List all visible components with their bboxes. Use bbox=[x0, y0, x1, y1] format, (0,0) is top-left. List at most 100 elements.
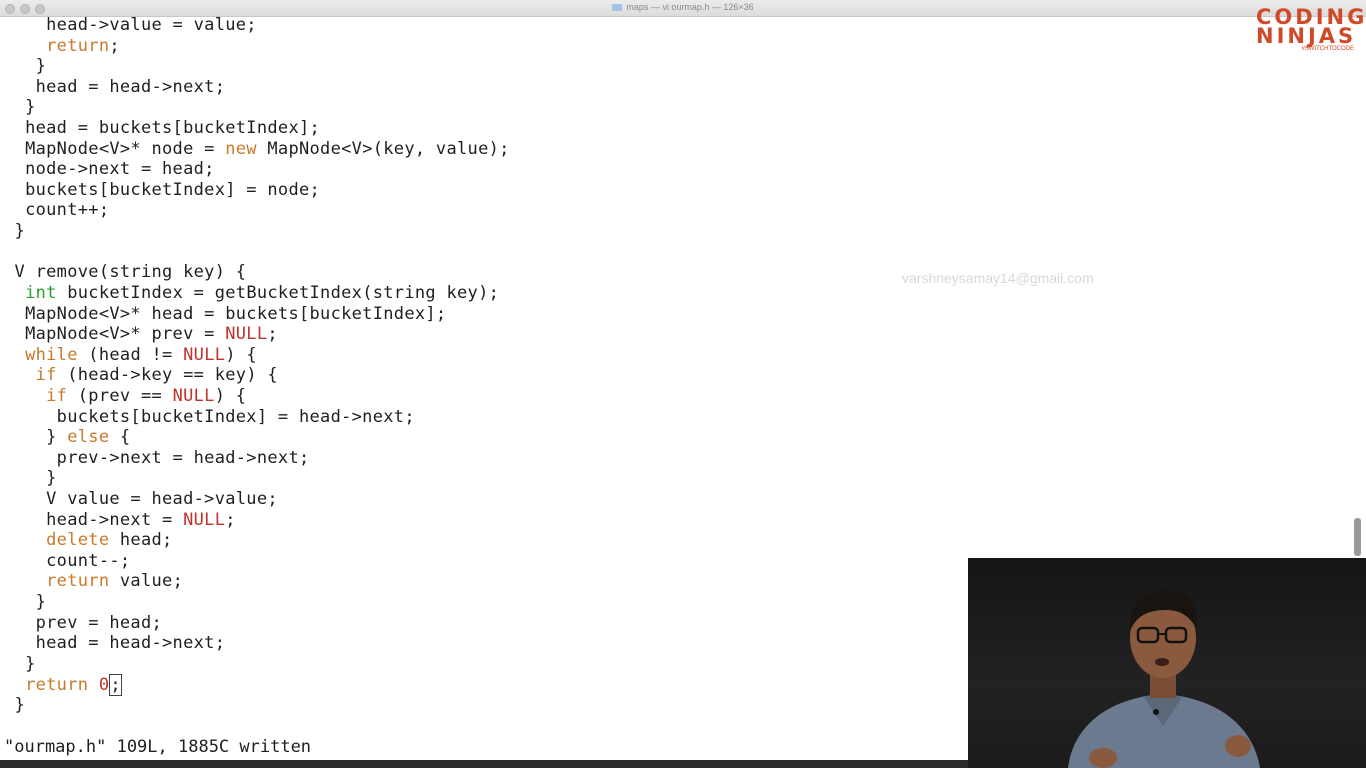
code-line[interactable]: prev = head; bbox=[4, 613, 964, 634]
code-line[interactable]: int bucketIndex = getBucketIndex(string … bbox=[4, 283, 964, 304]
code-token: } bbox=[4, 97, 36, 118]
code-token: count--; bbox=[4, 550, 131, 571]
code-token: head->value = value; bbox=[4, 15, 257, 35]
code-token: return bbox=[25, 674, 89, 695]
code-token: if bbox=[35, 365, 57, 386]
code-line[interactable]: count++; bbox=[4, 200, 964, 221]
code-token: value; bbox=[109, 571, 184, 592]
code-line[interactable]: head->value = value; bbox=[4, 15, 964, 36]
code-editor[interactable]: head->value = value; return; } head = he… bbox=[4, 15, 964, 716]
code-token: ) { bbox=[214, 385, 247, 406]
code-line[interactable]: head = head->next; bbox=[4, 633, 964, 654]
code-token: { bbox=[109, 427, 131, 448]
coding-ninjas-logo: CODING NINJAS #SWITCHTOCODE bbox=[1256, 5, 1366, 53]
code-line[interactable]: } bbox=[4, 654, 964, 675]
code-token: node->next = head; bbox=[4, 159, 215, 180]
code-token: if bbox=[46, 385, 68, 406]
code-token: } bbox=[4, 56, 47, 77]
email-watermark: varshneysamay14@gmail.com bbox=[902, 270, 1094, 286]
code-token: (prev == bbox=[67, 385, 173, 406]
code-line[interactable]: return; bbox=[4, 36, 964, 57]
code-token: delete bbox=[46, 530, 110, 551]
code-token: while bbox=[25, 344, 78, 365]
code-line[interactable]: } bbox=[4, 592, 964, 613]
code-token: ; bbox=[267, 324, 278, 345]
code-token: } bbox=[4, 592, 47, 613]
code-token: count++; bbox=[4, 200, 110, 221]
code-token: head = head->next; bbox=[4, 633, 226, 654]
code-token: MapNode<V>* head = buckets[bucketIndex]; bbox=[4, 303, 447, 324]
code-line[interactable]: prev->next = head->next; bbox=[4, 448, 964, 469]
code-line[interactable]: head = buckets[bucketIndex]; bbox=[4, 118, 964, 139]
code-token: else bbox=[67, 427, 110, 448]
code-token: } bbox=[4, 221, 26, 242]
code-line[interactable]: } bbox=[4, 56, 964, 77]
code-line[interactable] bbox=[4, 242, 964, 263]
code-token: V remove(string key) { bbox=[4, 262, 247, 283]
code-token: return bbox=[46, 35, 110, 56]
code-token: bucketIndex = getBucketIndex(string key)… bbox=[56, 282, 500, 303]
scrollbar-thumb[interactable] bbox=[1354, 518, 1361, 556]
code-token: buckets[bucketIndex] = node; bbox=[4, 179, 321, 200]
code-token: head = buckets[bucketIndex]; bbox=[4, 118, 321, 139]
code-line[interactable]: MapNode<V>* node = new MapNode<V>(key, v… bbox=[4, 139, 964, 160]
code-token: } bbox=[4, 427, 68, 448]
code-token: new bbox=[225, 138, 257, 159]
code-token: NULL bbox=[172, 385, 215, 406]
code-line[interactable]: MapNode<V>* prev = NULL; bbox=[4, 324, 964, 345]
code-token: ; bbox=[109, 35, 120, 56]
code-line[interactable]: } bbox=[4, 97, 964, 118]
code-line[interactable]: V remove(string key) { bbox=[4, 262, 964, 283]
code-line[interactable]: count--; bbox=[4, 551, 964, 572]
code-token: } bbox=[4, 468, 57, 489]
code-token: return bbox=[46, 571, 110, 592]
code-token: } bbox=[4, 695, 26, 716]
code-token: NULL bbox=[183, 344, 226, 365]
code-token: buckets[bucketIndex] = head->next; bbox=[4, 406, 415, 427]
presenter-image bbox=[1068, 589, 1260, 768]
code-line[interactable]: node->next = head; bbox=[4, 159, 964, 180]
code-line[interactable]: return value; bbox=[4, 571, 964, 592]
logo-text: CODING NINJAS bbox=[1256, 5, 1366, 48]
code-token: int bbox=[25, 282, 57, 303]
code-line[interactable]: buckets[bucketIndex] = head->next; bbox=[4, 407, 964, 428]
code-line[interactable]: } else { bbox=[4, 427, 964, 448]
folder-icon bbox=[612, 4, 623, 11]
code-line[interactable]: MapNode<V>* head = buckets[bucketIndex]; bbox=[4, 304, 964, 325]
vim-status-line: "ourmap.h" 109L, 1885C written bbox=[4, 737, 312, 757]
code-token: (head->key == key) { bbox=[56, 365, 278, 386]
code-line[interactable]: } bbox=[4, 221, 964, 242]
code-line[interactable]: if (head->key == key) { bbox=[4, 365, 964, 386]
code-token: head->next = bbox=[4, 509, 184, 530]
code-line[interactable]: while (head != NULL) { bbox=[4, 345, 964, 366]
code-line[interactable]: head->next = NULL; bbox=[4, 510, 964, 531]
code-line[interactable]: } bbox=[4, 468, 964, 489]
presenter-video bbox=[968, 558, 1366, 768]
code-token: (head != bbox=[77, 344, 184, 365]
code-line[interactable]: delete head; bbox=[4, 530, 964, 551]
code-line[interactable]: head = head->next; bbox=[4, 77, 964, 98]
code-line[interactable]: V value = head->value; bbox=[4, 489, 964, 510]
code-token: prev = head; bbox=[4, 612, 163, 633]
video-bottom-strip bbox=[0, 760, 968, 768]
window-title: maps — vi ourmap.h — 126×36 bbox=[0, 2, 1366, 12]
code-line[interactable]: if (prev == NULL) { bbox=[4, 386, 964, 407]
code-line[interactable]: return 0; bbox=[4, 673, 964, 696]
code-token: V value = head->value; bbox=[4, 489, 278, 510]
code-token: MapNode<V>* prev = bbox=[4, 324, 226, 345]
code-token: NULL bbox=[225, 324, 268, 345]
code-line[interactable]: buckets[bucketIndex] = node; bbox=[4, 180, 964, 201]
code-token: prev->next = head->next; bbox=[4, 447, 310, 468]
code-token: } bbox=[4, 653, 36, 674]
code-line[interactable]: } bbox=[4, 695, 964, 716]
code-token: MapNode<V>(key, value); bbox=[256, 138, 510, 159]
code-token: head; bbox=[109, 530, 173, 551]
